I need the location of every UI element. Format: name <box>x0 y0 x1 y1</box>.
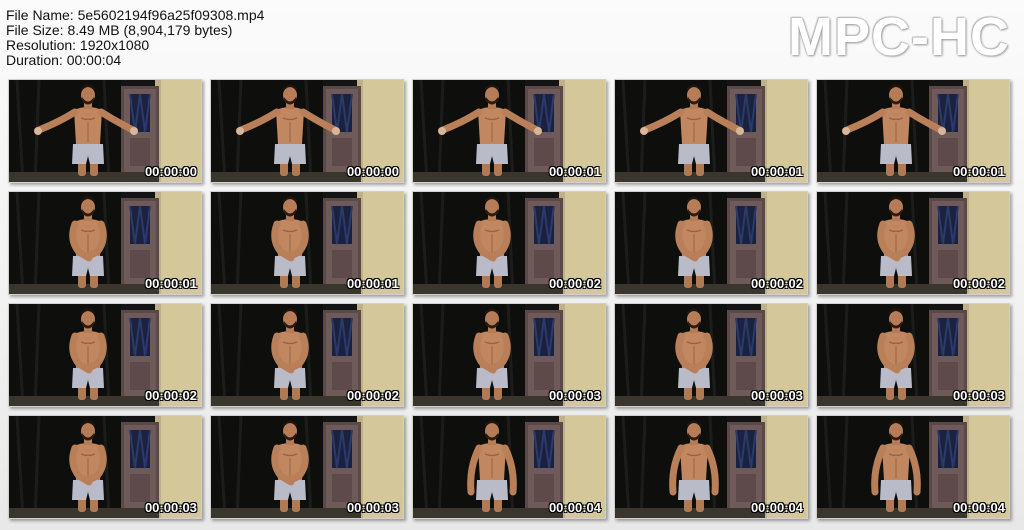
video-thumbnail[interactable]: 00:00:01 <box>412 79 606 183</box>
timestamp-label: 00:00:00 <box>346 164 399 179</box>
timestamp-label: 00:00:04 <box>548 500 601 515</box>
file-size: File Size: 8.49 MB (8,904,179 bytes) <box>6 22 233 38</box>
video-thumbnail[interactable]: 00:00:01 <box>614 79 808 183</box>
video-thumbnail[interactable]: 00:00:02 <box>614 191 808 295</box>
duration: Duration: 00:00:04 <box>6 52 122 68</box>
timestamp-label: 00:00:03 <box>952 388 1005 403</box>
video-thumbnail[interactable]: 00:00:00 <box>210 79 404 183</box>
file-info: File Name: 5e5602194f96a25f09308.mp4 Fil… <box>6 8 264 68</box>
video-thumbnail[interactable]: 00:00:01 <box>8 191 202 295</box>
video-thumbnail[interactable]: 00:00:02 <box>816 191 1010 295</box>
video-thumbnail[interactable]: 00:00:03 <box>614 303 808 407</box>
timestamp-label: 00:00:04 <box>750 500 803 515</box>
timestamp-label: 00:00:01 <box>346 276 399 291</box>
video-thumbnail[interactable]: 00:00:01 <box>816 79 1010 183</box>
thumbnail-grid: 00:00:00 00:00:00 00:00:01 00:00:01 00:0… <box>8 79 1010 519</box>
timestamp-label: 00:00:02 <box>346 388 399 403</box>
video-thumbnail[interactable]: 00:00:00 <box>8 79 202 183</box>
video-thumbnail[interactable]: 00:00:03 <box>210 415 404 519</box>
video-thumbnail[interactable]: 00:00:03 <box>816 303 1010 407</box>
video-thumbnail[interactable]: 00:00:03 <box>8 415 202 519</box>
video-thumbnail[interactable]: 00:00:01 <box>210 191 404 295</box>
video-thumbnail[interactable]: 00:00:04 <box>614 415 808 519</box>
video-thumbnail[interactable]: 00:00:02 <box>412 191 606 295</box>
timestamp-label: 00:00:04 <box>952 500 1005 515</box>
resolution: Resolution: 1920x1080 <box>6 37 150 53</box>
video-thumbnail[interactable]: 00:00:04 <box>816 415 1010 519</box>
timestamp-label: 00:00:03 <box>750 388 803 403</box>
timestamp-label: 00:00:01 <box>548 164 601 179</box>
timestamp-label: 00:00:00 <box>144 164 197 179</box>
timestamp-label: 00:00:01 <box>952 164 1005 179</box>
file-name: File Name: 5e5602194f96a25f09308.mp4 <box>6 7 265 23</box>
video-thumbnail[interactable]: 00:00:04 <box>412 415 606 519</box>
video-thumbnail[interactable]: 00:00:03 <box>412 303 606 407</box>
video-thumbnail[interactable]: 00:00:02 <box>210 303 404 407</box>
timestamp-label: 00:00:02 <box>952 276 1005 291</box>
timestamp-label: 00:00:02 <box>750 276 803 291</box>
timestamp-label: 00:00:03 <box>346 500 399 515</box>
timestamp-label: 00:00:02 <box>548 276 601 291</box>
mpc-hc-logo: MPC-HC <box>788 7 1010 67</box>
timestamp-label: 00:00:03 <box>548 388 601 403</box>
video-thumbnail[interactable]: 00:00:02 <box>8 303 202 407</box>
timestamp-label: 00:00:01 <box>144 276 197 291</box>
timestamp-label: 00:00:01 <box>750 164 803 179</box>
timestamp-label: 00:00:02 <box>144 388 197 403</box>
timestamp-label: 00:00:03 <box>144 500 197 515</box>
